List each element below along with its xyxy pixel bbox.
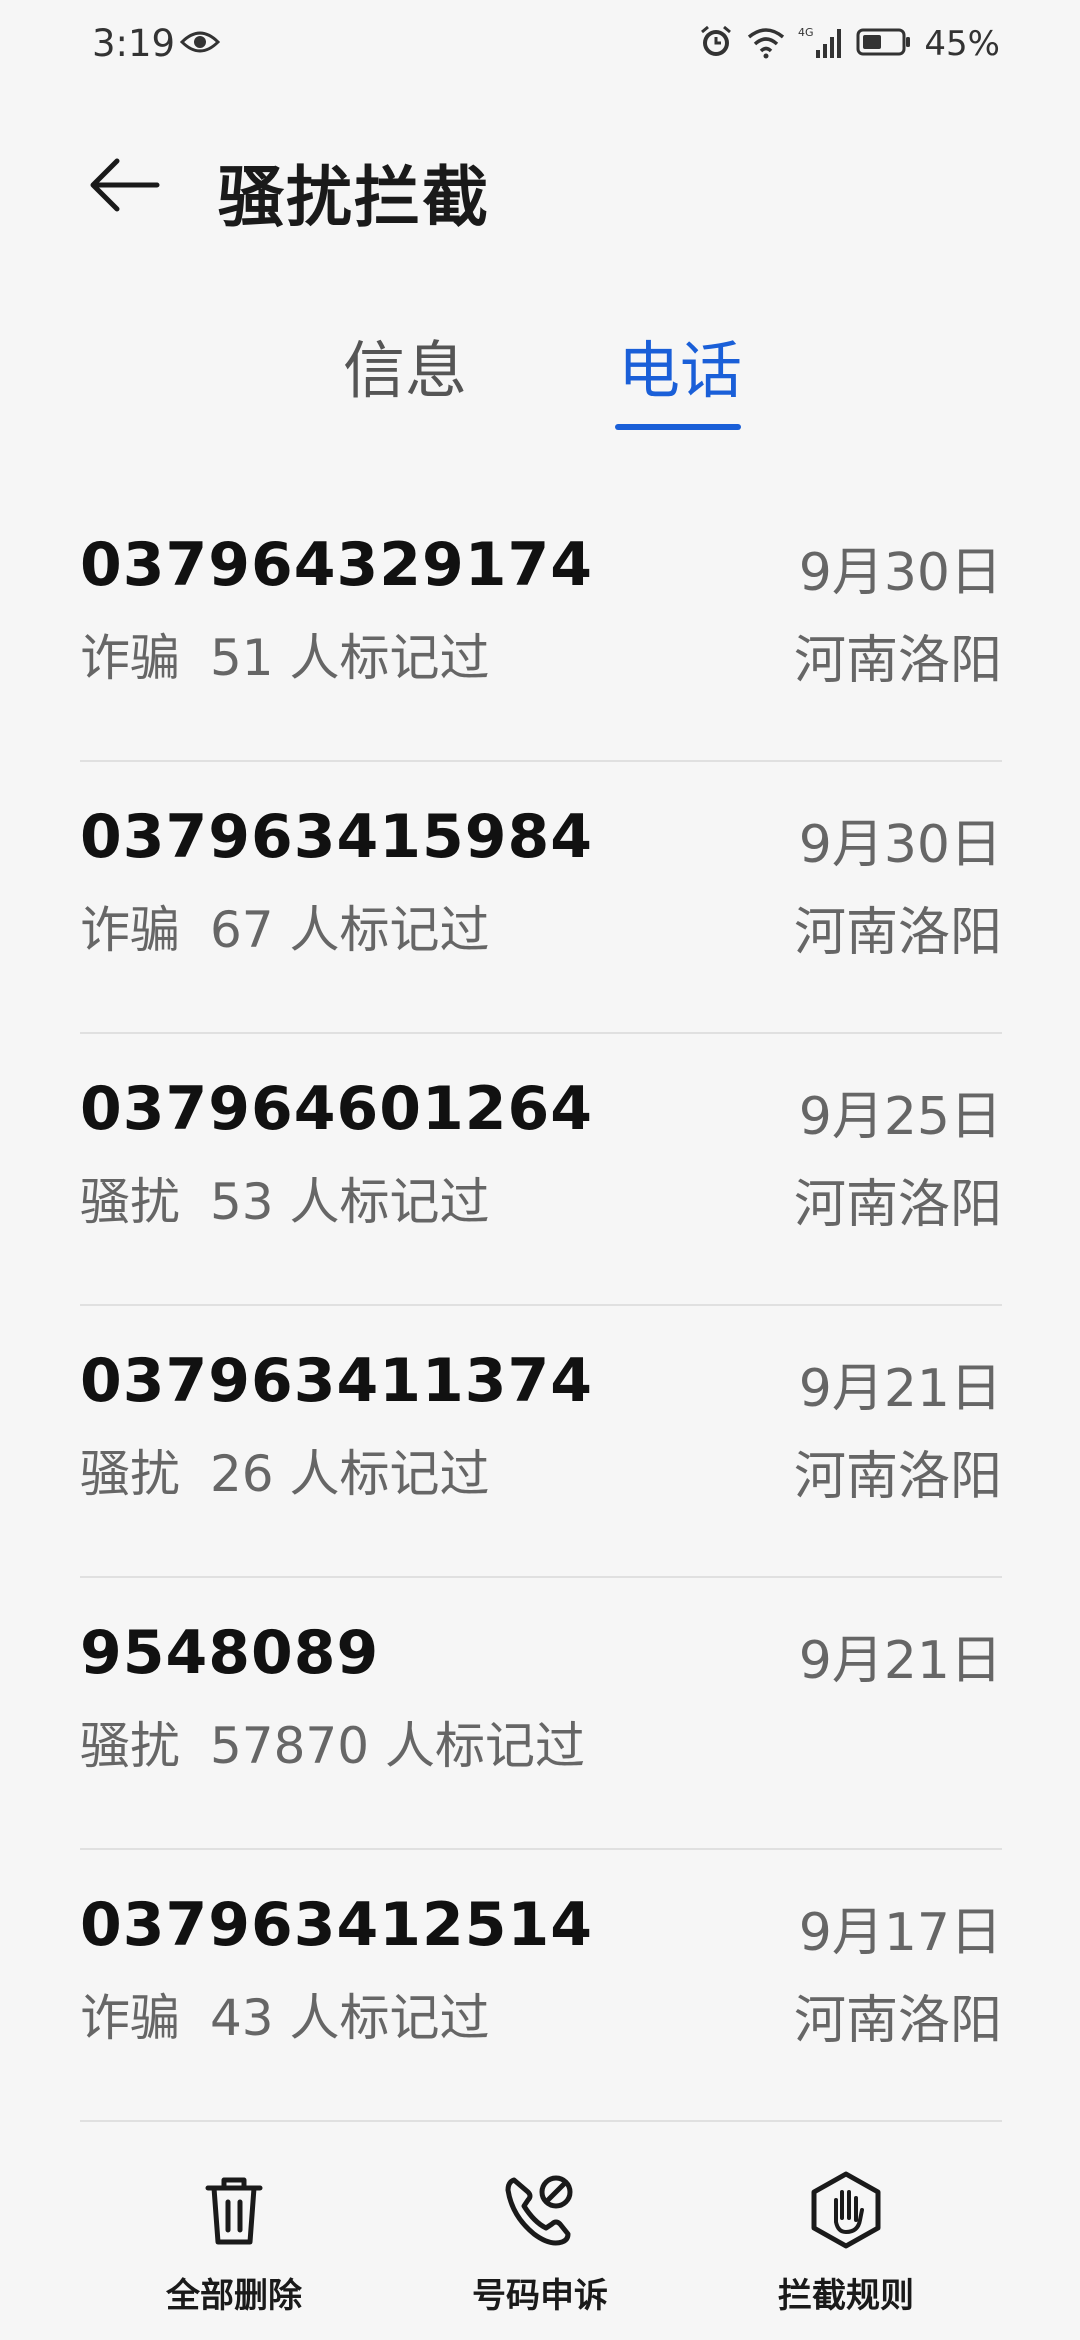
battery-percent: 45% bbox=[924, 24, 1000, 64]
back-arrow-icon bbox=[89, 155, 161, 219]
stop-hand-icon bbox=[806, 2170, 886, 2250]
mark-type: 诈骗 bbox=[80, 629, 180, 687]
block-rules-label: 拦截规则 bbox=[778, 2276, 914, 2316]
mark-type: 诈骗 bbox=[80, 1989, 180, 2047]
mark-count: 57870 人标记过 bbox=[210, 1717, 585, 1775]
mark-type: 骚扰 bbox=[80, 1445, 180, 1503]
delete-all-button[interactable]: 全部删除 bbox=[124, 2170, 344, 2317]
blocked-call-list: 037964329174 诈骗 51 人标记过 9月30日 河南洛阳 03796… bbox=[80, 490, 1002, 2122]
phone-number: 037963415984 bbox=[80, 802, 593, 872]
call-date: 9月30日 bbox=[798, 815, 1002, 875]
mark-info: 骚扰 57870 人标记过 bbox=[80, 1706, 585, 1778]
status-bar: 3:19 4G 45% bbox=[0, 0, 1080, 90]
phone-number: 037963412514 bbox=[80, 1890, 593, 1960]
list-item[interactable]: 037963412514 诈骗 43 人标记过 9月17日 河南洛阳 bbox=[80, 1850, 1002, 2122]
back-button[interactable] bbox=[80, 142, 170, 232]
call-date: 9月17日 bbox=[798, 1903, 1002, 1963]
mark-type: 诈骗 bbox=[80, 901, 180, 959]
mark-count: 67 人标记过 bbox=[210, 901, 490, 959]
phone-number: 037964329174 bbox=[80, 530, 593, 600]
list-item[interactable]: 037964329174 诈骗 51 人标记过 9月30日 河南洛阳 bbox=[80, 490, 1002, 762]
mark-count: 53 人标记过 bbox=[210, 1173, 490, 1231]
mark-count: 26 人标记过 bbox=[210, 1445, 490, 1503]
list-item[interactable]: 037964601264 骚扰 53 人标记过 9月25日 河南洛阳 bbox=[80, 1034, 1002, 1306]
phone-blocked-icon bbox=[500, 2170, 580, 2250]
delete-all-label: 全部删除 bbox=[166, 2276, 302, 2316]
number-appeal-label: 号码申诉 bbox=[472, 2276, 608, 2316]
mark-type: 骚扰 bbox=[80, 1717, 180, 1775]
alarm-icon bbox=[698, 24, 734, 64]
signal-icon: 4G bbox=[798, 24, 844, 64]
mark-count: 51 人标记过 bbox=[210, 629, 490, 687]
active-tab-indicator bbox=[615, 424, 741, 430]
number-appeal-button[interactable]: 号码申诉 bbox=[430, 2170, 650, 2317]
phone-number: 037963411374 bbox=[80, 1346, 593, 1416]
list-item[interactable]: 037963411374 骚扰 26 人标记过 9月21日 河南洛阳 bbox=[80, 1306, 1002, 1578]
call-location: 河南洛阳 bbox=[793, 1175, 1002, 1235]
header: 骚扰拦截 bbox=[0, 120, 1080, 250]
mark-info: 诈骗 43 人标记过 bbox=[80, 1978, 490, 2050]
call-location: 河南洛阳 bbox=[793, 1991, 1002, 2051]
call-date: 9月25日 bbox=[798, 1087, 1002, 1147]
mark-info: 骚扰 53 人标记过 bbox=[80, 1162, 490, 1234]
call-location: 河南洛阳 bbox=[793, 631, 1002, 691]
bottom-action-bar: 全部删除 号码申诉 拦截规则 bbox=[0, 2170, 1080, 2340]
status-indicators: 4G 45% bbox=[698, 22, 1000, 66]
mark-type: 骚扰 bbox=[80, 1173, 180, 1231]
mark-info: 骚扰 26 人标记过 bbox=[80, 1434, 490, 1506]
list-item[interactable]: 037963415984 诈骗 67 人标记过 9月30日 河南洛阳 bbox=[80, 762, 1002, 1034]
tab-messages[interactable]: 信息 bbox=[330, 320, 480, 430]
status-time: 3:19 bbox=[92, 22, 176, 65]
tab-bar: 信息 电话 bbox=[0, 320, 1080, 440]
call-location: 河南洛阳 bbox=[793, 1447, 1002, 1507]
divider bbox=[80, 2120, 1002, 2122]
list-item[interactable]: 9548089 骚扰 57870 人标记过 9月21日 bbox=[80, 1578, 1002, 1850]
wifi-icon bbox=[746, 25, 786, 63]
tab-calls[interactable]: 电话 bbox=[600, 320, 760, 430]
call-date: 9月21日 bbox=[798, 1359, 1002, 1419]
mark-count: 43 人标记过 bbox=[210, 1989, 490, 2047]
call-location: 河南洛阳 bbox=[793, 903, 1002, 963]
mark-info: 诈骗 67 人标记过 bbox=[80, 890, 490, 962]
call-date: 9月21日 bbox=[798, 1631, 1002, 1691]
eye-icon bbox=[179, 28, 221, 60]
svg-text:4G: 4G bbox=[798, 26, 814, 39]
battery-icon bbox=[856, 27, 912, 61]
block-rules-button[interactable]: 拦截规则 bbox=[736, 2170, 956, 2317]
call-date: 9月30日 bbox=[798, 543, 1002, 603]
phone-number: 037964601264 bbox=[80, 1074, 593, 1144]
mark-info: 诈骗 51 人标记过 bbox=[80, 618, 490, 690]
trash-icon bbox=[194, 2170, 274, 2250]
page-title: 骚扰拦截 bbox=[218, 159, 490, 236]
phone-number: 9548089 bbox=[80, 1618, 380, 1688]
